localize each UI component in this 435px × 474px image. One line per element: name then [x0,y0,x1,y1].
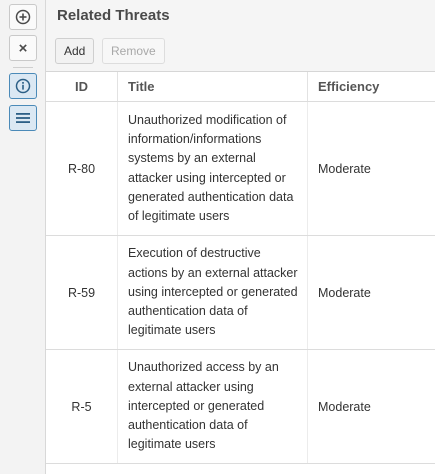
column-header-id[interactable]: ID [46,72,117,101]
remove-button[interactable]: Remove [102,38,165,64]
side-toolbar: × [0,0,46,474]
cell-title: Execution of destructive actions by an e… [117,236,307,349]
info-button[interactable] [9,73,37,99]
list-icon [15,111,31,125]
panel-title: Related Threats [57,7,170,24]
toolbar-divider [13,67,33,68]
cell-title: Unauthorized access by an external attac… [117,350,307,463]
table-row[interactable]: R-5 Unauthorized access by an external a… [46,350,435,464]
cell-id: R-59 [67,285,96,300]
list-view-button[interactable] [9,105,37,131]
add-button[interactable]: Add [55,38,95,64]
close-icon: × [18,39,28,57]
threats-table: ID Title Efficiency R-80 Unauthorized mo… [46,71,435,474]
cell-efficiency: Moderate [307,350,435,463]
cell-efficiency: Moderate [307,236,435,349]
cell-id: R-5 [71,399,92,414]
add-item-button[interactable] [9,4,37,30]
plus-circle-icon [15,9,31,25]
table-header: ID Title Efficiency [46,72,435,102]
related-threats-window: × Related Threats Add Remove ID Title Ef… [0,0,435,474]
table-row[interactable]: R-80 Unauthorized modification of inform… [46,102,435,236]
related-threats-panel: Related Threats Add Remove ID Title Effi… [46,0,435,474]
column-header-efficiency[interactable]: Efficiency [307,72,435,101]
column-header-title[interactable]: Title [117,72,307,101]
cell-efficiency: Moderate [307,102,435,235]
cell-id: R-80 [67,161,96,176]
info-icon [15,78,31,94]
table-row[interactable]: R-59 Execution of destructive actions by… [46,236,435,350]
close-button[interactable]: × [9,35,37,61]
cell-title: Unauthorized modification of information… [117,102,307,235]
